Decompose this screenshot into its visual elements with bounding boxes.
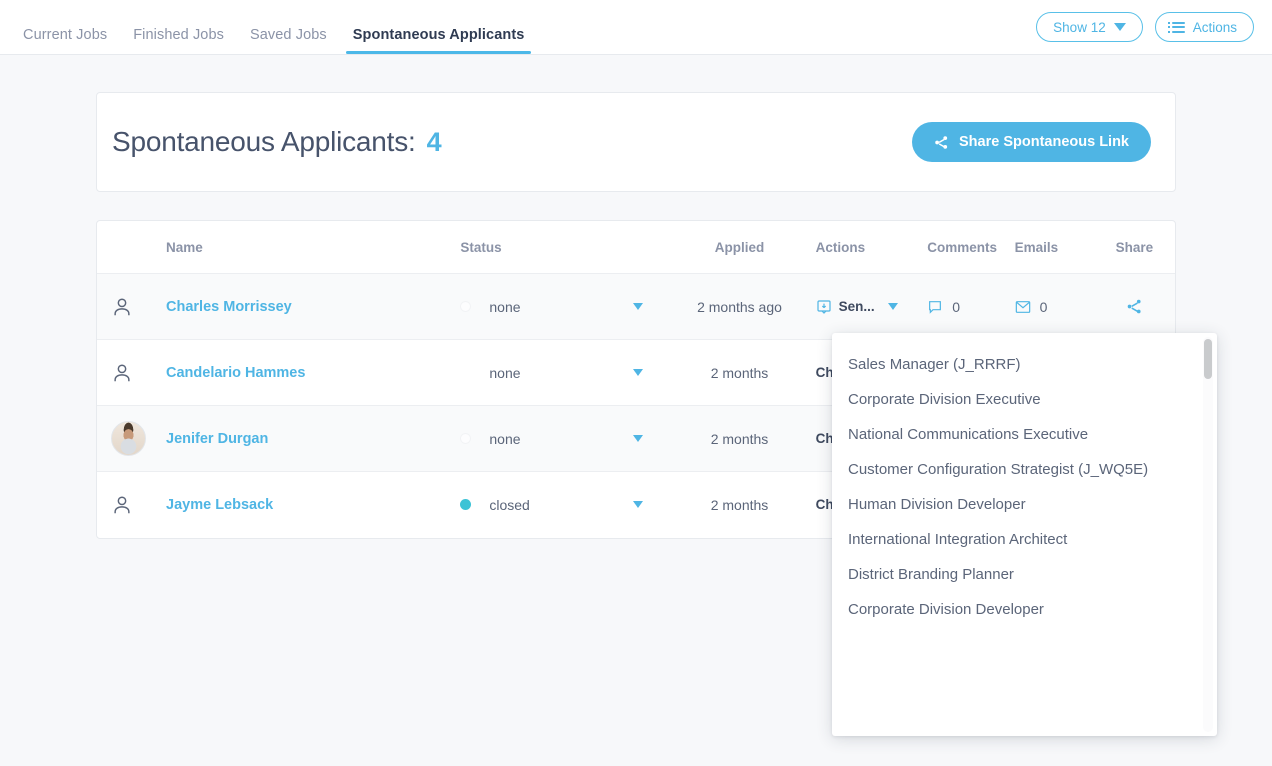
row-applied-cell: 2 months	[663, 339, 816, 406]
row-name-cell: Jenifer Durgan	[166, 405, 461, 472]
column-comments: Comments	[927, 221, 1015, 274]
top-tab-bar: Current Jobs Finished Jobs Saved Jobs Sp…	[0, 0, 1272, 55]
row-avatar-cell	[97, 405, 167, 472]
action-dropdown-caret-icon[interactable]	[887, 303, 898, 310]
job-select-dropdown[interactable]: Sales Manager (J_RRRF) Corporate Divisio…	[832, 333, 1217, 736]
status-dot	[460, 499, 472, 511]
row-applied-cell: 2 months	[710, 496, 769, 513]
dropdown-item-international-integration-architect[interactable]: International Integration Architect	[832, 522, 1201, 557]
comments-count: 0	[952, 298, 961, 315]
dropdown-item-corporate-division-developer[interactable]: Corporate Division Developer	[832, 592, 1201, 627]
status-label: none	[489, 364, 521, 381]
row-name-cell: Candelario Hammes	[166, 339, 461, 406]
tab-finished-jobs[interactable]: Finished Jobs	[120, 27, 237, 55]
share-icon	[935, 135, 948, 149]
column-actions: Actions	[815, 221, 928, 274]
applicant-name-link[interactable]: Jayme Lebsack	[166, 497, 273, 513]
status-dropdown-caret-icon[interactable]	[633, 435, 644, 442]
row-comments-cell[interactable]: 0	[927, 273, 1015, 340]
applicant-name-link[interactable]: Jenifer Durgan	[166, 431, 268, 447]
status-label: none	[489, 430, 521, 447]
tab-spontaneous-applicants[interactable]: Spontaneous Applicants	[340, 27, 538, 55]
applicant-name-link[interactable]: Candelario Hammes	[166, 365, 305, 381]
status-dropdown-caret-icon[interactable]	[633, 501, 644, 509]
tab-current-jobs[interactable]: Current Jobs	[10, 27, 120, 55]
dropdown-item-human-division-developer[interactable]: Human Division Developer	[832, 487, 1201, 522]
table-head: Name Status Applied Actions Comments Ema…	[97, 221, 1175, 274]
column-share: Share	[1093, 221, 1175, 274]
page-title-text: Spontaneous Applicants:	[112, 126, 416, 157]
status-dropdown-caret-icon[interactable]	[633, 369, 644, 376]
status-label: none	[489, 298, 521, 315]
show-count-label: Show 12	[1053, 19, 1106, 35]
page-title: Spontaneous Applicants: 4	[112, 126, 442, 158]
share-button-label: Share Spontaneous Link	[959, 134, 1129, 150]
row-status-cell: closed	[460, 472, 663, 538]
row-name-cell: Charles Morrissey	[166, 273, 461, 340]
share-icon	[1127, 300, 1141, 314]
actions-label: Actions	[1192, 19, 1237, 35]
action-label: Ch	[815, 431, 834, 446]
dropdown-item-corporate-division-executive[interactable]: Corporate Division Executive	[832, 382, 1201, 417]
inbox-download-icon	[817, 299, 831, 314]
status-dot	[460, 301, 472, 312]
applicant-count: 4	[426, 127, 442, 157]
envelope-icon	[1015, 300, 1030, 313]
tab-list: Current Jobs Finished Jobs Saved Jobs Sp…	[0, 0, 537, 54]
column-emails: Emails	[1014, 221, 1094, 274]
column-status: Status	[460, 221, 664, 274]
list-icon	[1167, 21, 1185, 33]
dropdown-item-district-branding-planner[interactable]: District Branding Planner	[832, 557, 1201, 592]
dropdown-item-customer-configuration-strategist[interactable]: Customer Configuration Strategist (J_WQ5…	[832, 452, 1201, 487]
dropdown-scrollbar[interactable]	[1203, 337, 1213, 732]
applicant-name-link[interactable]: Charles Morrissey	[166, 299, 292, 315]
job-select-dropdown-list: Sales Manager (J_RRRF) Corporate Divisio…	[832, 333, 1201, 736]
topbar-actions: Show 12 Actions	[1036, 12, 1254, 42]
column-name: Name	[166, 221, 461, 274]
row-share-cell[interactable]	[1093, 273, 1175, 340]
row-avatar-cell	[97, 339, 167, 406]
row-avatar-cell	[97, 273, 167, 340]
show-count-dropdown[interactable]: Show 12	[1036, 12, 1143, 42]
column-applied: Applied	[663, 221, 816, 274]
row-status-cell: none	[460, 339, 664, 406]
row-avatar-cell	[97, 472, 166, 538]
status-dot	[460, 367, 471, 378]
row-actions-cell[interactable]: Sen...	[815, 273, 928, 340]
person-icon	[114, 496, 130, 513]
row-emails-cell[interactable]: 0	[1014, 273, 1094, 340]
row-status-cell: none	[460, 273, 664, 340]
status-dropdown-caret-icon[interactable]	[633, 303, 644, 310]
table-header-row: Name Status Applied Actions Comments Ema…	[97, 221, 1175, 274]
actions-button[interactable]: Actions	[1154, 12, 1254, 42]
row-name-cell: Jayme Lebsack	[166, 472, 460, 538]
dropdown-item-sales-manager[interactable]: Sales Manager (J_RRRF)	[832, 347, 1201, 382]
row-status-cell: none	[460, 405, 664, 472]
person-icon	[114, 297, 130, 315]
dropdown-item-national-communications-executive[interactable]: National Communications Executive	[832, 417, 1201, 452]
row-applied-cell: 2 months	[663, 405, 816, 472]
share-spontaneous-link-button[interactable]: Share Spontaneous Link	[912, 122, 1151, 162]
status-label: closed	[489, 496, 530, 513]
page-header-card: Spontaneous Applicants: 4 Share Spontane…	[96, 92, 1176, 192]
dropdown-scrollbar-thumb[interactable]	[1204, 339, 1212, 379]
column-avatar	[97, 221, 167, 274]
tab-saved-jobs[interactable]: Saved Jobs	[237, 27, 340, 55]
person-icon	[114, 363, 130, 381]
chevron-down-icon	[1113, 23, 1126, 31]
avatar	[111, 421, 146, 456]
row-applied-cell: 2 months ago	[663, 273, 816, 340]
action-label: Ch	[815, 497, 834, 513]
status-dot	[460, 433, 472, 444]
action-label: Sen...	[838, 299, 875, 314]
action-label: Ch	[815, 365, 834, 380]
comment-icon	[929, 300, 942, 314]
emails-count: 0	[1039, 298, 1048, 315]
table-row[interactable]: Charles Morrissey none 2 months ago Sen.…	[97, 273, 1175, 340]
